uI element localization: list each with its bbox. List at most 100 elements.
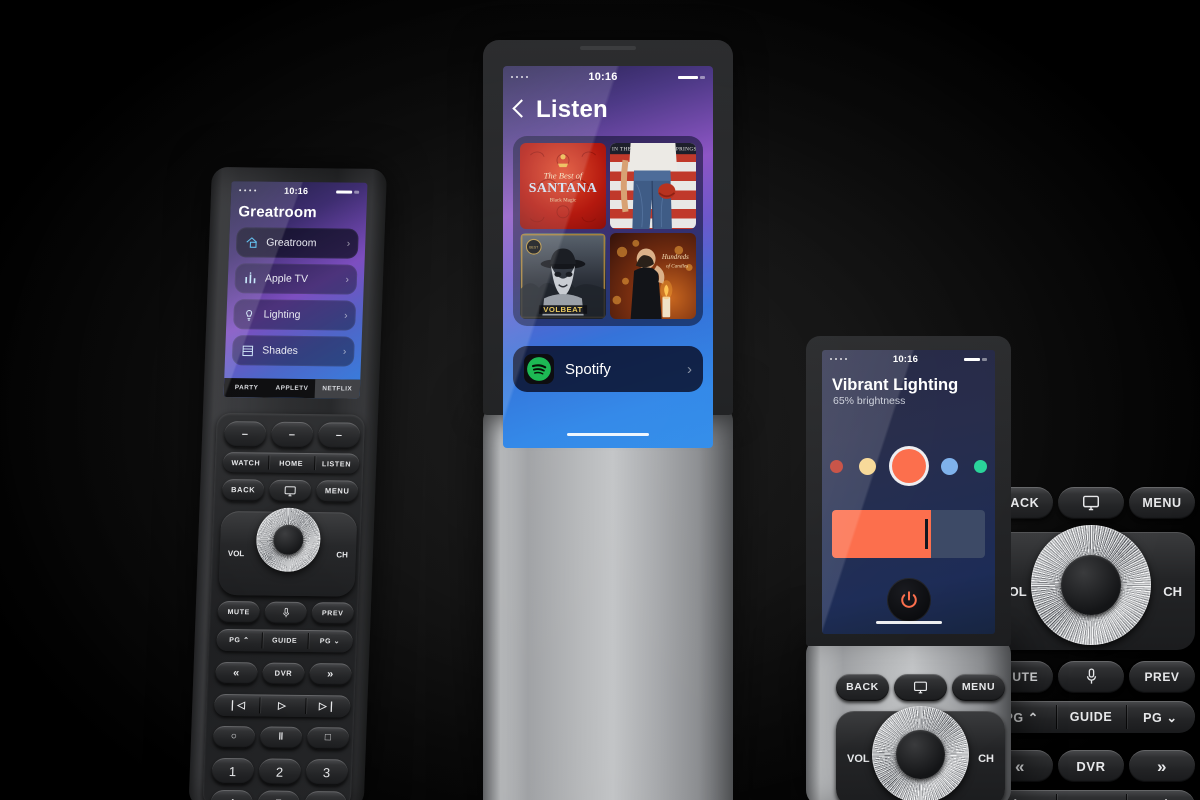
number-button-3[interactable]: 3 — [305, 758, 349, 786]
prev-button[interactable]: PREV — [311, 602, 355, 625]
rewind-button[interactable]: « — [215, 661, 258, 685]
album-art-born-in-the-usa: BORN IN THE U.S.A. BRUCE SPRINGSTEEN — [610, 143, 696, 229]
swatch-green[interactable] — [974, 459, 987, 473]
swatch-red[interactable] — [830, 459, 843, 473]
prev-button[interactable]: PREV — [1129, 661, 1195, 693]
back-button[interactable]: BACK — [836, 674, 889, 701]
tab-appletv[interactable]: APPLETV — [269, 385, 315, 393]
mute-button[interactable]: MUTE — [217, 600, 261, 624]
page-down-button[interactable]: PG ⌄ — [307, 630, 353, 653]
number-button-6[interactable]: 6 — [304, 790, 348, 800]
page-up-button[interactable]: PG ⌃ — [216, 629, 262, 652]
album-art-volbeat: BEST VOLBEAT — [520, 233, 606, 319]
back-button[interactable]: BACK — [221, 478, 265, 502]
spotify-icon — [524, 354, 554, 384]
list-item-label: Greatroom — [266, 236, 317, 250]
mic-button[interactable] — [1058, 661, 1124, 693]
brightness-slider-knob[interactable] — [925, 519, 929, 549]
play-button[interactable]: ▷ — [1056, 790, 1125, 800]
service-row-spotify[interactable]: Spotify › — [513, 346, 703, 392]
fast-forward-button[interactable]: » — [1129, 750, 1195, 782]
brightness-slider[interactable] — [832, 510, 985, 558]
listen-button[interactable]: LISTEN — [313, 453, 359, 474]
tab-party[interactable]: PARTY — [224, 384, 270, 392]
skip-forward-button[interactable]: ▷❘ — [1125, 790, 1195, 800]
dash-button-2[interactable]: – — [270, 421, 314, 449]
lighting-remote[interactable]: 10:16 Vibrant Lighting 65% brightness BA… — [806, 336, 1011, 800]
tv-icon — [284, 485, 296, 496]
album-tile[interactable]: Hundreds of Candles — [610, 233, 696, 319]
swatch-light-blue[interactable] — [941, 457, 959, 475]
screen-listen[interactable]: 10:16 Listen The Best of SANTANA Black M… — [503, 66, 713, 448]
dvr-button[interactable]: DVR — [1058, 750, 1124, 782]
speaker-grille — [580, 46, 636, 50]
fast-forward-button[interactable]: » — [309, 663, 352, 686]
signal-dots-icon — [830, 358, 847, 360]
album-art-santana: The Best of SANTANA Black Magic — [520, 143, 606, 229]
number-button-5[interactable]: 5 — [257, 790, 301, 800]
swatch-warm-yellow[interactable] — [858, 457, 876, 475]
skip-forward-button[interactable]: ▷❘ — [305, 695, 351, 718]
page-down-button[interactable]: PG ⌄ — [1125, 701, 1195, 733]
listen-remote[interactable]: 10:16 Listen The Best of SANTANA Black M… — [483, 40, 1195, 800]
tv-button[interactable] — [268, 479, 312, 503]
transport-button-group-center: ❘◁ ▷ ▷❘ — [987, 790, 1195, 800]
guide-button[interactable]: GUIDE — [1056, 701, 1125, 733]
service-label: Spotify — [565, 360, 611, 378]
menu-button[interactable]: MENU — [952, 674, 1005, 701]
number-button-1[interactable]: 1 — [211, 757, 255, 785]
greatroom-remote[interactable]: 10:16 Greatroom Greatroom › Apple TV › L… — [188, 166, 388, 800]
tv-button[interactable] — [894, 674, 947, 701]
page-title: Listen — [536, 96, 608, 123]
svg-text:SANTANA: SANTANA — [529, 180, 597, 195]
back-button[interactable] — [513, 100, 524, 120]
play-button[interactable]: ▷ — [259, 694, 305, 717]
home-icon — [246, 236, 258, 248]
screen-greatroom[interactable]: 10:16 Greatroom Greatroom › Apple TV › L… — [223, 181, 368, 399]
signal-dots-icon — [239, 189, 257, 192]
album-tile[interactable]: The Best of SANTANA Black Magic — [520, 143, 606, 229]
list-item-shades[interactable]: Shades › — [231, 335, 355, 367]
number-button-4[interactable]: 4 — [210, 789, 254, 800]
menu-button[interactable]: MENU — [1129, 487, 1195, 519]
stop-button[interactable]: □ — [306, 726, 350, 750]
menu-button[interactable]: MENU — [315, 480, 359, 503]
record-button[interactable]: ○ — [212, 725, 256, 749]
tab-netflix[interactable]: NETFLIX — [314, 379, 361, 399]
mic-button[interactable] — [264, 601, 308, 624]
dvr-button[interactable]: DVR — [262, 662, 305, 685]
skip-back-button[interactable]: ❘◁ — [214, 694, 260, 717]
guide-button-group-center: PG ⌃ GUIDE PG ⌄ — [987, 701, 1195, 733]
list-item-label: Apple TV — [264, 272, 309, 286]
list-item-greatroom[interactable]: Greatroom › — [235, 227, 359, 259]
list-item-lighting[interactable]: Lighting › — [233, 299, 357, 331]
svg-text:BEST: BEST — [529, 245, 539, 249]
page-header: Listen — [513, 88, 703, 132]
dash-button-1[interactable]: – — [223, 421, 267, 448]
guide-button[interactable]: GUIDE — [262, 629, 308, 652]
battery-icon — [336, 189, 360, 194]
swatch-coral-orange-selected[interactable] — [891, 449, 926, 483]
album-tile[interactable]: BEST VOLBEAT — [520, 233, 606, 319]
list-item-apple-tv[interactable]: Apple TV › — [234, 263, 358, 295]
power-button[interactable] — [886, 578, 931, 622]
svg-text:VOLBEAT: VOLBEAT — [543, 305, 582, 314]
transport-button-group-left: ❘◁ ▷ ▷❘ — [213, 693, 351, 718]
wheel-center-button-right[interactable] — [896, 730, 945, 779]
vol-label: VOL — [847, 753, 870, 765]
battery-icon — [964, 357, 987, 361]
chevron-right-icon: › — [687, 360, 692, 378]
vol-label: VOL — [227, 548, 245, 558]
screen-vibrant-lighting[interactable]: 10:16 Vibrant Lighting 65% brightness — [822, 350, 995, 634]
ch-label: CH — [978, 753, 994, 765]
dash-button-3[interactable]: – — [317, 422, 361, 449]
pause-button[interactable]: ‖ — [259, 726, 303, 749]
tv-button[interactable] — [1058, 487, 1124, 519]
watch-button[interactable]: WATCH — [223, 452, 269, 473]
home-button[interactable]: HOME — [268, 453, 314, 474]
album-tile[interactable]: BORN IN THE U.S.A. BRUCE SPRINGSTEEN — [610, 143, 696, 229]
wheel-center-button-center[interactable] — [1061, 555, 1121, 615]
number-button-2[interactable]: 2 — [258, 758, 302, 785]
tv-icon — [1083, 495, 1099, 511]
page-title: Vibrant Lighting — [832, 376, 959, 394]
